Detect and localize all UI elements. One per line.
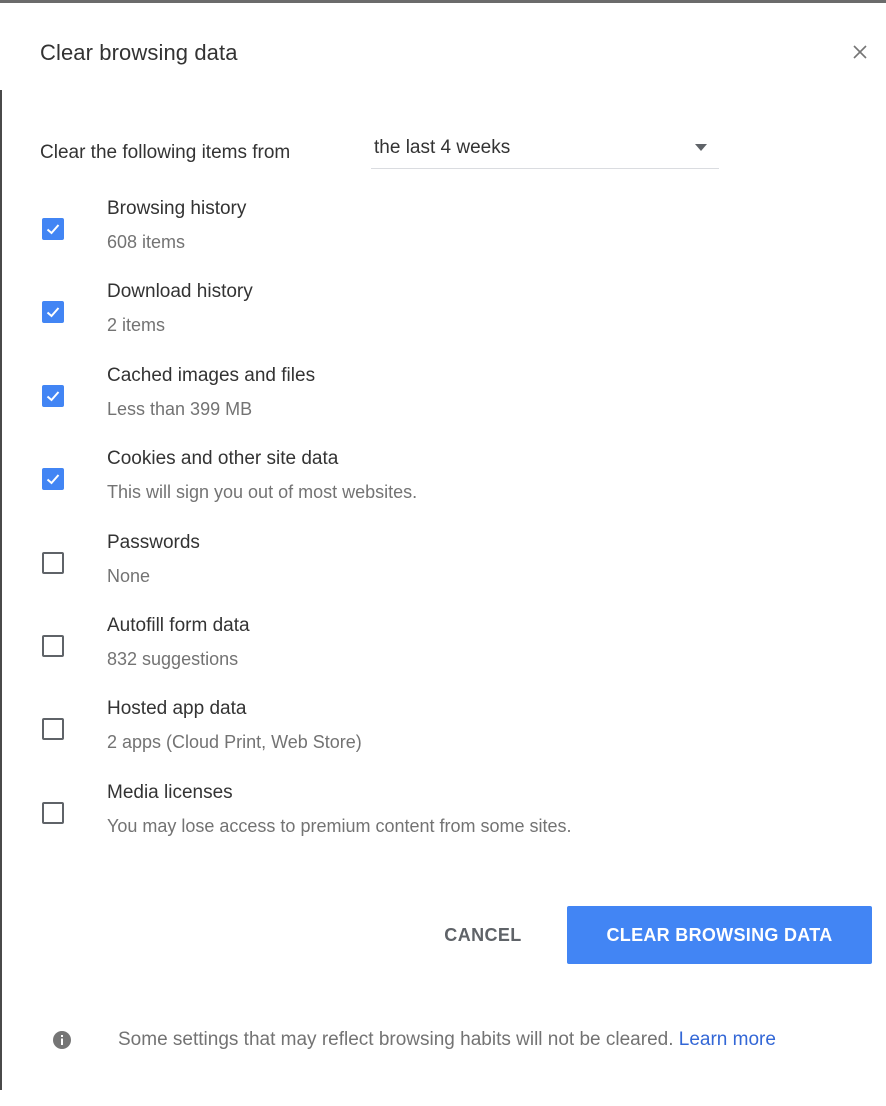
learn-more-link[interactable]: Learn more bbox=[679, 1029, 776, 1050]
time-range-dropdown[interactable]: the last 4 weeks bbox=[371, 130, 719, 169]
option-title: Autofill form data bbox=[107, 615, 250, 636]
option-title: Passwords bbox=[107, 532, 200, 553]
checkmark-icon bbox=[46, 391, 60, 402]
dialog-title: Clear browsing data bbox=[40, 40, 238, 65]
time-range-selected-value: the last 4 weeks bbox=[374, 137, 511, 158]
option-autofill: Autofill form data 832 suggestions bbox=[40, 615, 820, 685]
clear-browsing-data-button[interactable]: CLEAR BROWSING DATA bbox=[567, 906, 872, 964]
browsing-history-checkbox[interactable] bbox=[42, 218, 64, 240]
option-title: Browsing history bbox=[107, 198, 247, 219]
close-icon bbox=[853, 45, 867, 59]
option-subtitle: 2 items bbox=[107, 315, 166, 335]
download-history-checkbox[interactable] bbox=[42, 301, 64, 323]
option-title: Cookies and other site data bbox=[107, 448, 339, 469]
window-top-border bbox=[0, 0, 886, 3]
option-subtitle: 608 items bbox=[107, 232, 186, 252]
media-licenses-checkbox[interactable] bbox=[42, 802, 64, 824]
option-title: Hosted app data bbox=[107, 698, 247, 719]
dropdown-arrow-icon bbox=[695, 144, 707, 151]
option-passwords: Passwords None bbox=[40, 532, 820, 602]
option-hosted-app-data: Hosted app data 2 apps (Cloud Print, Web… bbox=[40, 698, 820, 768]
option-title: Download history bbox=[107, 281, 253, 302]
window-left-edge bbox=[0, 90, 2, 1090]
checkmark-icon bbox=[46, 307, 60, 318]
option-cookies: Cookies and other site data This will si… bbox=[40, 448, 820, 518]
option-subtitle: 2 apps (Cloud Print, Web Store) bbox=[107, 732, 362, 752]
option-download-history: Download history 2 items bbox=[40, 281, 820, 351]
option-subtitle: 832 suggestions bbox=[107, 649, 239, 669]
close-button[interactable] bbox=[846, 38, 874, 66]
option-cached-images: Cached images and files Less than 399 MB bbox=[40, 365, 820, 435]
info-icon bbox=[53, 1031, 71, 1049]
option-subtitle: None bbox=[107, 566, 151, 586]
hosted-app-data-checkbox[interactable] bbox=[42, 718, 64, 740]
cached-images-checkbox[interactable] bbox=[42, 385, 64, 407]
clear-browsing-data-dialog: Clear browsing data Clear the following … bbox=[0, 0, 886, 1106]
option-subtitle: You may lose access to premium content f… bbox=[107, 816, 572, 836]
time-range-label: Clear the following items from bbox=[40, 142, 291, 163]
option-subtitle: This will sign you out of most websites. bbox=[107, 482, 418, 502]
footer-text: Some settings that may reflect browsing … bbox=[118, 1029, 674, 1050]
checkmark-icon bbox=[46, 474, 60, 485]
checkmark-icon bbox=[46, 224, 60, 235]
option-title: Cached images and files bbox=[107, 365, 316, 386]
autofill-checkbox[interactable] bbox=[42, 635, 64, 657]
cookies-checkbox[interactable] bbox=[42, 468, 64, 490]
option-subtitle: Less than 399 MB bbox=[107, 399, 253, 419]
option-title: Media licenses bbox=[107, 782, 233, 803]
passwords-checkbox[interactable] bbox=[42, 552, 64, 574]
option-media-licenses: Media licenses You may lose access to pr… bbox=[40, 782, 820, 852]
option-browsing-history: Browsing history 608 items bbox=[40, 198, 820, 268]
footer-notice-text: Some settings that may reflect browsing … bbox=[118, 1024, 868, 1056]
cancel-button[interactable]: CANCEL bbox=[418, 906, 548, 964]
